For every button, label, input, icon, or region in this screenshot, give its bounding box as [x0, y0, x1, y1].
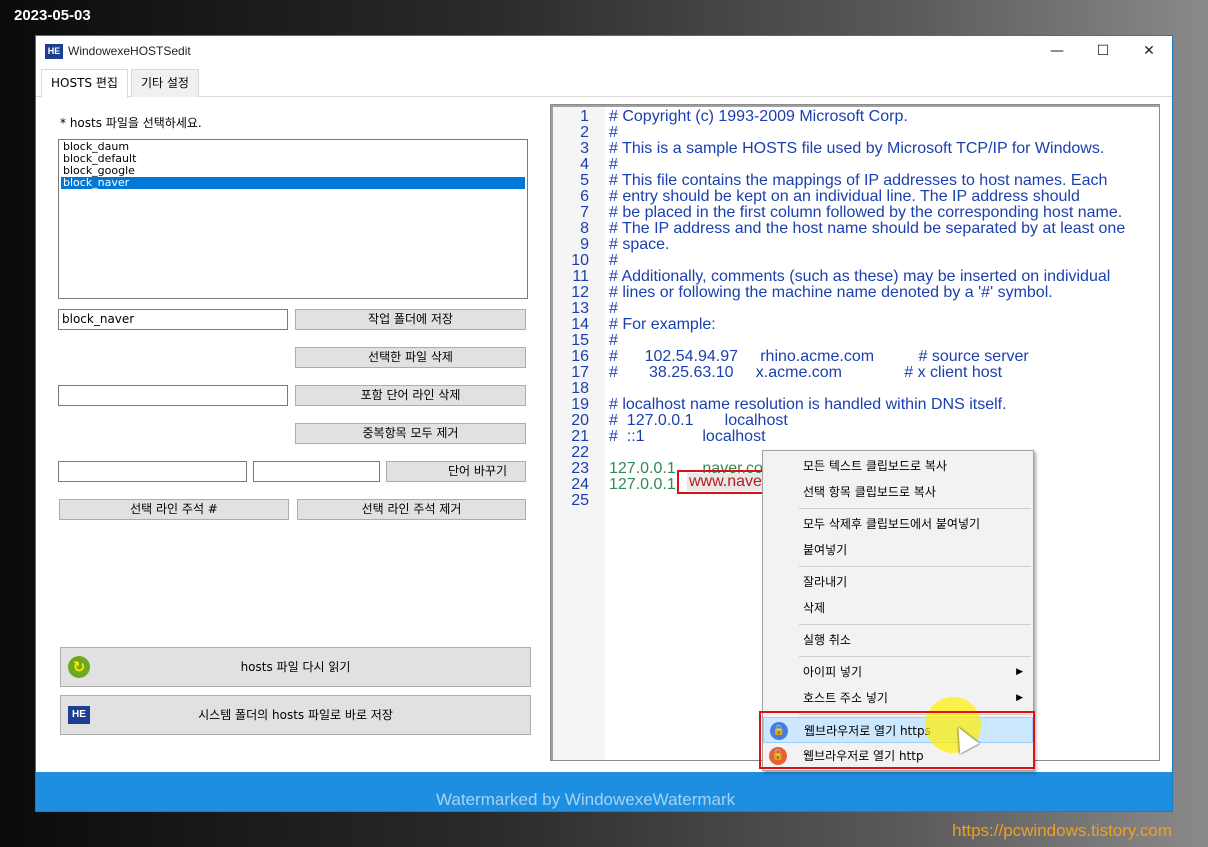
menu-insert-host-label: 호스트 주소 넣기 — [803, 691, 888, 705]
tab-hosts-edit[interactable]: HOSTS 편집 — [41, 69, 128, 98]
code-line[interactable]: 127.0.0.1 — [609, 476, 676, 494]
filename-input[interactable]: block_naver — [58, 309, 288, 330]
menu-separator — [799, 656, 1031, 657]
hosts-file-list[interactable]: block_daum block_default block_google bl… — [58, 139, 528, 299]
reload-hosts-label: hosts 파일 다시 읽기 — [240, 660, 351, 674]
menu-separator — [799, 566, 1031, 567]
save-to-system-hosts-button[interactable]: HE 시스템 폴더의 hosts 파일로 바로 저장 — [60, 695, 531, 735]
reload-hosts-button[interactable]: ↻ hosts 파일 다시 읽기 — [60, 647, 531, 687]
line-number: 25 — [571, 492, 589, 509]
watermark-text: Watermarked by WindowexeWatermark — [436, 790, 736, 809]
delete-lines-with-word-button[interactable]: 포함 단어 라인 삭제 — [295, 385, 526, 406]
titlebar: HE WindowexeHOSTSedit — ☐ ✕ — [36, 36, 1172, 67]
save-to-workfolder-button[interactable]: 작업 폴더에 저장 — [295, 309, 526, 330]
tab-strip: HOSTS 편집 기타 설정 — [36, 67, 1172, 98]
code-line[interactable]: # Copyright (c) 1993-2009 Microsoft Corp… — [609, 108, 908, 126]
maximize-button[interactable]: ☐ — [1080, 36, 1126, 67]
menu-separator — [799, 624, 1031, 625]
code-line[interactable]: # This is a sample HOSTS file used by Mi… — [609, 140, 1104, 158]
he-logo-icon: HE — [68, 706, 90, 724]
remove-duplicates-button[interactable]: 중복항목 모두 제거 — [295, 423, 526, 444]
code-line[interactable]: # 38.25.63.10 x.acme.com # x client host — [609, 364, 1002, 382]
delete-selected-file-button[interactable]: 선택한 파일 삭제 — [295, 347, 526, 368]
find-word-input[interactable] — [58, 461, 247, 482]
menu-highlight-box — [759, 711, 1035, 769]
tab-other-settings[interactable]: 기타 설정 — [131, 69, 199, 97]
comment-lines-button[interactable]: 선택 라인 주석 # — [59, 499, 289, 520]
code-line[interactable]: # For example: — [609, 316, 716, 334]
app-icon: HE — [45, 44, 63, 59]
menu-copy-all[interactable]: 모든 텍스트 클립보드로 복사 — [763, 453, 1033, 479]
menu-separator — [799, 508, 1031, 509]
menu-delete[interactable]: 삭제 — [763, 595, 1033, 621]
hosts-select-hint: * hosts 파일을 선택하세요. — [60, 116, 202, 130]
menu-insert-ip-label: 아이피 넣기 — [803, 665, 863, 679]
menu-cut[interactable]: 잘라내기 — [763, 569, 1033, 595]
menu-insert-host[interactable]: 호스트 주소 넣기 ▶ — [763, 685, 1033, 711]
code-line[interactable]: # space. — [609, 236, 669, 254]
reload-icon: ↻ — [68, 656, 90, 678]
save-to-system-label: 시스템 폴더의 hosts 파일로 바로 저장 — [198, 708, 393, 722]
menu-paste[interactable]: 붙여넣기 — [763, 537, 1033, 563]
code-line[interactable]: # lines or following the machine name de… — [609, 284, 1053, 302]
uncomment-lines-button[interactable]: 선택 라인 주석 제거 — [297, 499, 526, 520]
word-filter-input[interactable] — [58, 385, 288, 406]
menu-copy-selection[interactable]: 선택 항목 클립보드로 복사 — [763, 479, 1033, 505]
menu-insert-ip[interactable]: 아이피 넣기 ▶ — [763, 659, 1033, 685]
minimize-button[interactable]: — — [1034, 36, 1080, 67]
replace-word-input[interactable] — [253, 461, 380, 482]
list-item-selected[interactable]: block_naver — [61, 177, 525, 189]
date-stamp: 2023-05-03 — [14, 7, 91, 24]
menu-undo[interactable]: 실행 취소 — [763, 627, 1033, 653]
code-line[interactable]: # ::1 localhost — [609, 428, 766, 446]
code-line[interactable]: # The IP address and the host name shoul… — [609, 220, 1125, 238]
submenu-arrow-icon: ▶ — [1016, 667, 1023, 677]
replace-word-button[interactable]: 단어 바꾸기 — [386, 461, 526, 482]
window-title: WindowexeHOSTSedit — [68, 44, 191, 58]
blog-url: https://pcwindows.tistory.com — [952, 821, 1172, 840]
list-item[interactable]: block_google — [61, 165, 525, 177]
close-button[interactable]: ✕ — [1126, 36, 1172, 67]
menu-clear-and-paste[interactable]: 모두 삭제후 클립보드에서 붙여넣기 — [763, 511, 1033, 537]
submenu-arrow-icon: ▶ — [1016, 693, 1023, 703]
